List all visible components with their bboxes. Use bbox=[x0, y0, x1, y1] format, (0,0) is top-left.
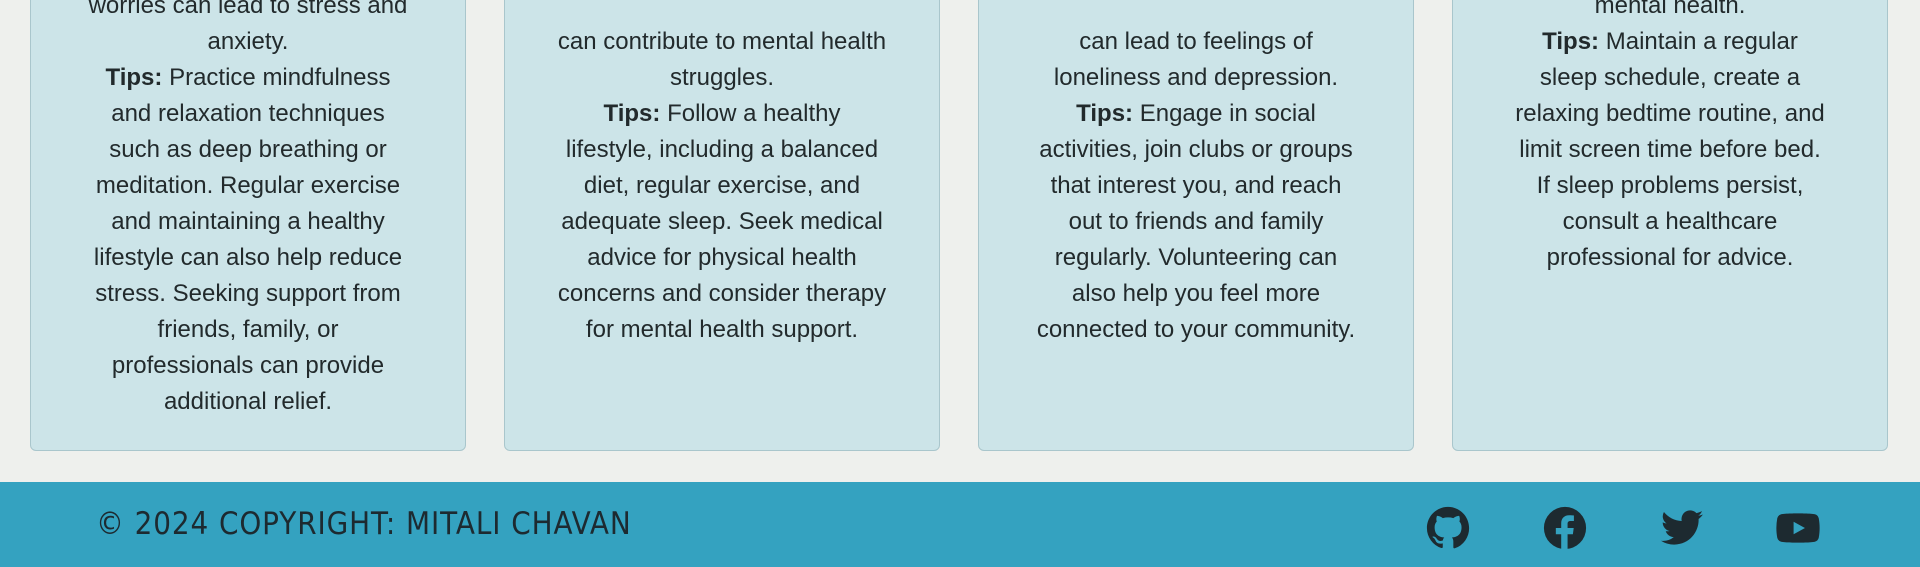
tip-card-social: can lead to feelings of loneliness and d… bbox=[978, 0, 1414, 451]
tips-text: Follow a healthy lifestyle, including a … bbox=[557, 100, 887, 343]
card-intro-text: worries can lead to stress and anxiety. bbox=[88, 0, 408, 55]
youtube-icon bbox=[1776, 513, 1820, 543]
tip-card-sleep: mental health. Tips: Maintain a regular … bbox=[1452, 0, 1888, 451]
card-intro-text: mental health. bbox=[1594, 0, 1746, 19]
github-icon bbox=[1426, 506, 1470, 549]
card-intro-text: can contribute to mental health struggle… bbox=[557, 28, 887, 91]
twitter-icon bbox=[1660, 510, 1704, 545]
cards-row: worries can lead to stress and anxiety. … bbox=[0, 0, 1920, 451]
card-text: can lead to feelings of loneliness and d… bbox=[979, 24, 1413, 348]
tips-label: Tips: bbox=[105, 64, 163, 91]
tips-text: Maintain a regular sleep schedule, creat… bbox=[1515, 28, 1825, 271]
card-text: worries can lead to stress and anxiety. … bbox=[31, 0, 465, 420]
tip-card-stress: worries can lead to stress and anxiety. … bbox=[30, 0, 466, 451]
youtube-link[interactable] bbox=[1776, 506, 1820, 550]
tips-label: Tips: bbox=[1076, 100, 1134, 127]
tip-card-physical-health: can contribute to mental health struggle… bbox=[504, 0, 940, 451]
facebook-link[interactable] bbox=[1543, 506, 1587, 550]
tips-label: Tips: bbox=[1542, 28, 1600, 55]
card-text: mental health. Tips: Maintain a regular … bbox=[1453, 0, 1887, 276]
copyright-text: © 2024 Copyright: Mitali Chavan bbox=[96, 506, 632, 542]
tips-label: Tips: bbox=[603, 100, 661, 127]
tips-text: Practice mindfulness and relaxation tech… bbox=[93, 64, 403, 415]
card-intro-text: can lead to feelings of loneliness and d… bbox=[1053, 28, 1339, 91]
footer: © 2024 Copyright: Mitali Chavan bbox=[0, 482, 1920, 567]
github-link[interactable] bbox=[1426, 506, 1470, 550]
twitter-link[interactable] bbox=[1660, 506, 1704, 550]
card-text: can contribute to mental health struggle… bbox=[505, 24, 939, 348]
facebook-icon bbox=[1543, 506, 1587, 550]
tips-text: Engage in social activities, join clubs … bbox=[1036, 100, 1356, 343]
